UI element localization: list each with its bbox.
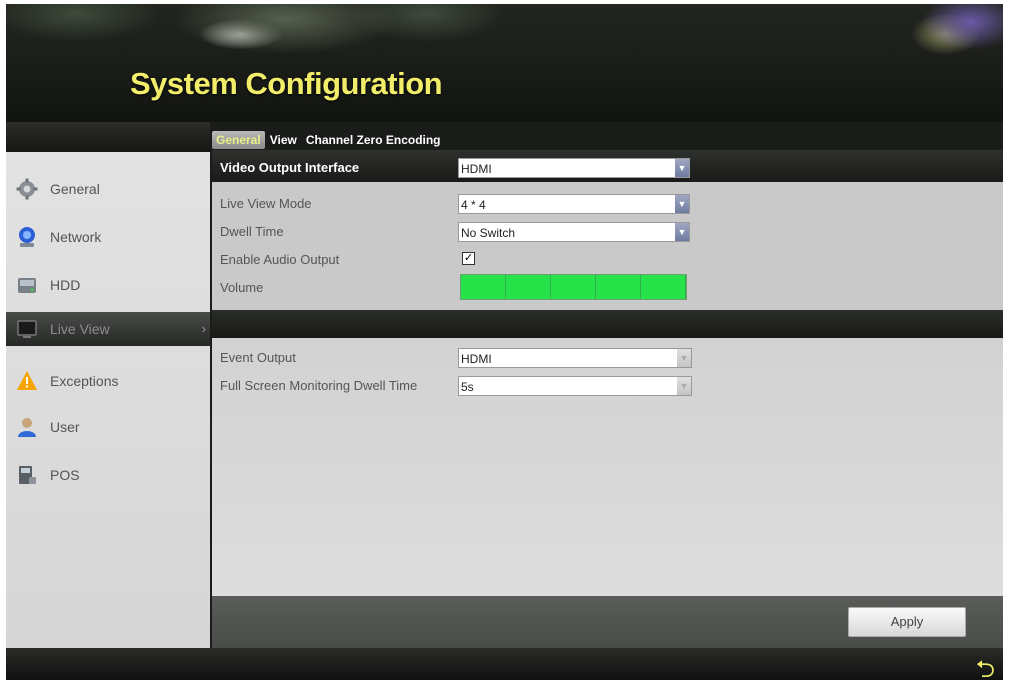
video-output-interface-select[interactable]: HDMI ▼ [458, 158, 690, 178]
sidebar-item-label: HDD [50, 277, 81, 293]
sidebar-item-pos[interactable]: POS [6, 458, 210, 492]
chevron-down-icon: ▼ [677, 349, 691, 367]
back-icon[interactable]: ⮌ [976, 652, 995, 680]
sidebar: General Network HDD Live View › Exceptio… [6, 152, 210, 648]
sidebar-item-label: Network [50, 229, 102, 245]
select-value: HDMI [461, 352, 492, 366]
chevron-down-icon: ▼ [675, 195, 689, 213]
monitor-icon [16, 318, 38, 340]
header-banner: System Configuration [6, 4, 1003, 122]
section-divider [212, 310, 1003, 338]
event-output-select[interactable]: HDMI ▼ [458, 348, 692, 368]
sidebar-item-label: User [50, 419, 80, 435]
main-panel: Video Output Interface HDMI ▼ Live View … [212, 150, 1003, 658]
tab-bar: General View Channel Zero Encoding [212, 130, 446, 150]
live-view-mode-select[interactable]: 4 * 4 ▼ [458, 194, 690, 214]
hdd-icon [16, 274, 38, 296]
select-value: HDMI [461, 162, 492, 176]
live-view-settings: Live View Mode 4 * 4 ▼ Dwell Time No Swi… [212, 182, 1003, 310]
sidebar-item-general[interactable]: General [6, 172, 210, 206]
select-value: 4 * 4 [461, 198, 486, 212]
sidebar-item-label: Exceptions [50, 373, 119, 389]
live-view-mode-label: Live View Mode [220, 196, 312, 211]
full-screen-dwell-select[interactable]: 5s ▼ [458, 376, 692, 396]
volume-label: Volume [220, 280, 264, 295]
full-screen-dwell-label: Full Screen Monitoring Dwell Time [220, 378, 418, 393]
volume-segment [596, 275, 641, 299]
page-title: System Configuration [130, 66, 443, 101]
status-bar: ⮌ [6, 648, 1003, 680]
select-value: 5s [461, 380, 474, 394]
sidebar-item-label: Live View [50, 321, 110, 337]
sidebar-item-user[interactable]: User [6, 410, 210, 444]
volume-segment [641, 275, 686, 299]
select-value: No Switch [461, 226, 516, 240]
user-icon [16, 416, 38, 438]
warning-icon [16, 370, 38, 392]
chevron-down-icon: ▼ [675, 223, 689, 241]
event-output-label: Event Output [220, 350, 296, 365]
tab-view[interactable]: View [266, 131, 301, 149]
dwell-time-label: Dwell Time [220, 224, 284, 239]
sidebar-item-label: POS [50, 467, 80, 483]
pos-terminal-icon [16, 464, 38, 486]
enable-audio-output-checkbox[interactable]: ✓ [462, 252, 475, 265]
tab-general[interactable]: General [212, 131, 265, 149]
sidebar-item-label: General [50, 181, 100, 197]
sidebar-header [6, 122, 210, 152]
volume-slider[interactable] [460, 274, 687, 300]
chevron-right-icon: › [201, 321, 206, 336]
action-bar: Apply [212, 596, 1003, 648]
sidebar-item-network[interactable]: Network [6, 220, 210, 254]
tab-channel-zero-encoding[interactable]: Channel Zero Encoding [302, 131, 445, 149]
sidebar-item-live-view[interactable]: Live View › [6, 312, 210, 346]
volume-segment [551, 275, 596, 299]
apply-button[interactable]: Apply [848, 607, 966, 637]
sidebar-item-exceptions[interactable]: Exceptions [6, 364, 210, 398]
dwell-time-select[interactable]: No Switch ▼ [458, 222, 690, 242]
volume-segment [461, 275, 506, 299]
chevron-down-icon: ▼ [677, 377, 691, 395]
video-output-row: Video Output Interface HDMI ▼ [212, 150, 1003, 182]
enable-audio-output-label: Enable Audio Output [220, 252, 340, 267]
gear-icon [16, 178, 38, 200]
network-globe-icon [16, 226, 38, 248]
sidebar-item-hdd[interactable]: HDD [6, 268, 210, 302]
volume-segment [506, 275, 551, 299]
chevron-down-icon: ▼ [675, 159, 689, 177]
video-output-interface-label: Video Output Interface [220, 160, 360, 175]
window: System Configuration General Network HDD… [6, 4, 1003, 680]
event-output-settings: Event Output HDMI ▼ Full Screen Monitori… [212, 338, 1003, 658]
